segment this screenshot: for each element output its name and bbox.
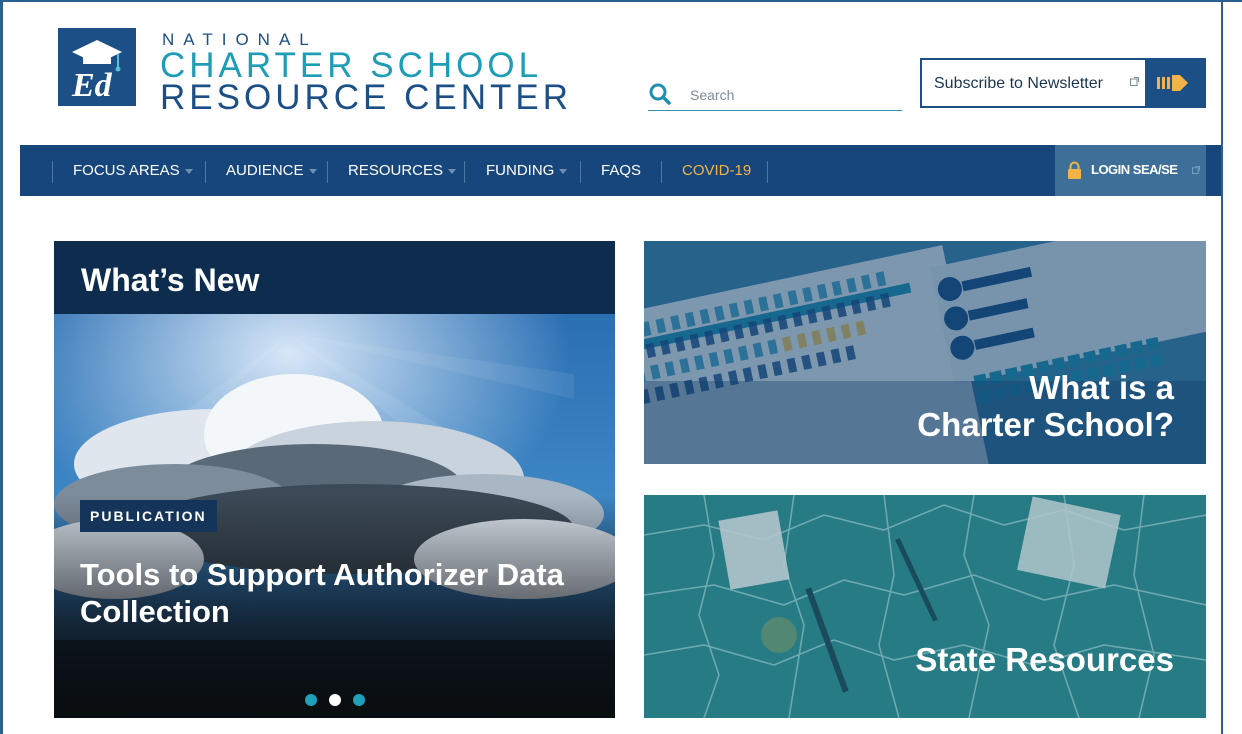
- search-input[interactable]: [688, 84, 892, 106]
- carousel-dot-1[interactable]: [305, 694, 317, 706]
- nav-divider: [205, 161, 206, 183]
- state-resources-card[interactable]: State Resources: [644, 495, 1206, 718]
- card-title-line-2: Charter School?: [917, 406, 1174, 443]
- whats-new-heading: What’s New: [81, 262, 260, 298]
- chevron-down-icon: [448, 168, 457, 174]
- search-icon[interactable]: [648, 82, 672, 106]
- window-frame-right: [1221, 0, 1223, 734]
- card-title-line-1: What is a: [1029, 369, 1174, 406]
- card-title: State Resources: [915, 641, 1174, 678]
- login-sea-se-button[interactable]: LOGIN SEA/SE: [1055, 145, 1206, 196]
- carousel-pagination: [305, 694, 365, 706]
- login-label: LOGIN SEA/SE: [1091, 162, 1178, 177]
- nav-item-label: RESOURCES: [348, 162, 444, 179]
- nav-item-faqs[interactable]: FAQS: [601, 145, 641, 196]
- nav-item-label: FUNDING: [486, 162, 555, 179]
- chevron-down-icon: [559, 168, 568, 174]
- svg-text:Ed: Ed: [71, 67, 113, 104]
- chevron-down-icon: [184, 168, 193, 174]
- nav-divider: [767, 161, 768, 183]
- nav-item-label: AUDIENCE: [226, 162, 304, 179]
- nav-item-audience[interactable]: AUDIENCE: [226, 145, 317, 196]
- carousel-dot-3[interactable]: [353, 694, 365, 706]
- nav-item-resources[interactable]: RESOURCES: [348, 145, 457, 196]
- nav-item-label: FOCUS AREAS: [73, 162, 180, 179]
- nav-divider: [661, 161, 662, 183]
- arrow-right-icon: [1157, 75, 1188, 91]
- nav-item-funding[interactable]: FUNDING: [486, 145, 568, 196]
- external-link-icon: [1192, 166, 1200, 174]
- nav-item-label: FAQS: [601, 162, 642, 179]
- carousel-dot-2-active[interactable]: [329, 694, 341, 706]
- window-frame-top: [0, 0, 1242, 2]
- lock-icon: [1068, 161, 1081, 179]
- nav-divider: [52, 161, 53, 183]
- nav-divider: [327, 161, 328, 183]
- external-link-icon: [1130, 77, 1139, 86]
- state-map-image: [644, 495, 1206, 718]
- whats-new-feature[interactable]: What’s New: [54, 241, 615, 718]
- site-logo-mark[interactable]: Ed: [58, 28, 136, 106]
- subscribe-newsletter-button[interactable]: Subscribe to Newsletter: [920, 58, 1206, 108]
- whats-new-header: What’s New: [54, 241, 615, 314]
- what-is-charter-school-card[interactable]: What is a Charter School?: [644, 241, 1206, 464]
- search-box: [648, 80, 902, 111]
- window-frame-left: [0, 0, 3, 734]
- graduation-cap-icon: Ed: [71, 40, 122, 104]
- logo-line-resource-center: RESOURCE CENTER: [160, 78, 572, 117]
- card-title: What is a Charter School?: [917, 369, 1174, 443]
- main-navigation: FOCUS AREAS AUDIENCE RESOURCES FUNDING F…: [20, 145, 1221, 196]
- feature-headline[interactable]: Tools to Support Authorizer Data Collect…: [80, 556, 600, 630]
- nav-item-covid-19[interactable]: COVID-19: [682, 145, 751, 196]
- newsletter-label: Subscribe to Newsletter: [934, 75, 1103, 92]
- nav-item-focus-areas[interactable]: FOCUS AREAS: [73, 145, 193, 196]
- content-type-badge: PUBLICATION: [80, 500, 217, 532]
- nav-divider: [464, 161, 465, 183]
- nav-item-label: COVID-19: [682, 162, 752, 179]
- nav-divider: [580, 161, 581, 183]
- chevron-down-icon: [308, 168, 317, 174]
- newsletter-arrow-block: [1145, 60, 1204, 106]
